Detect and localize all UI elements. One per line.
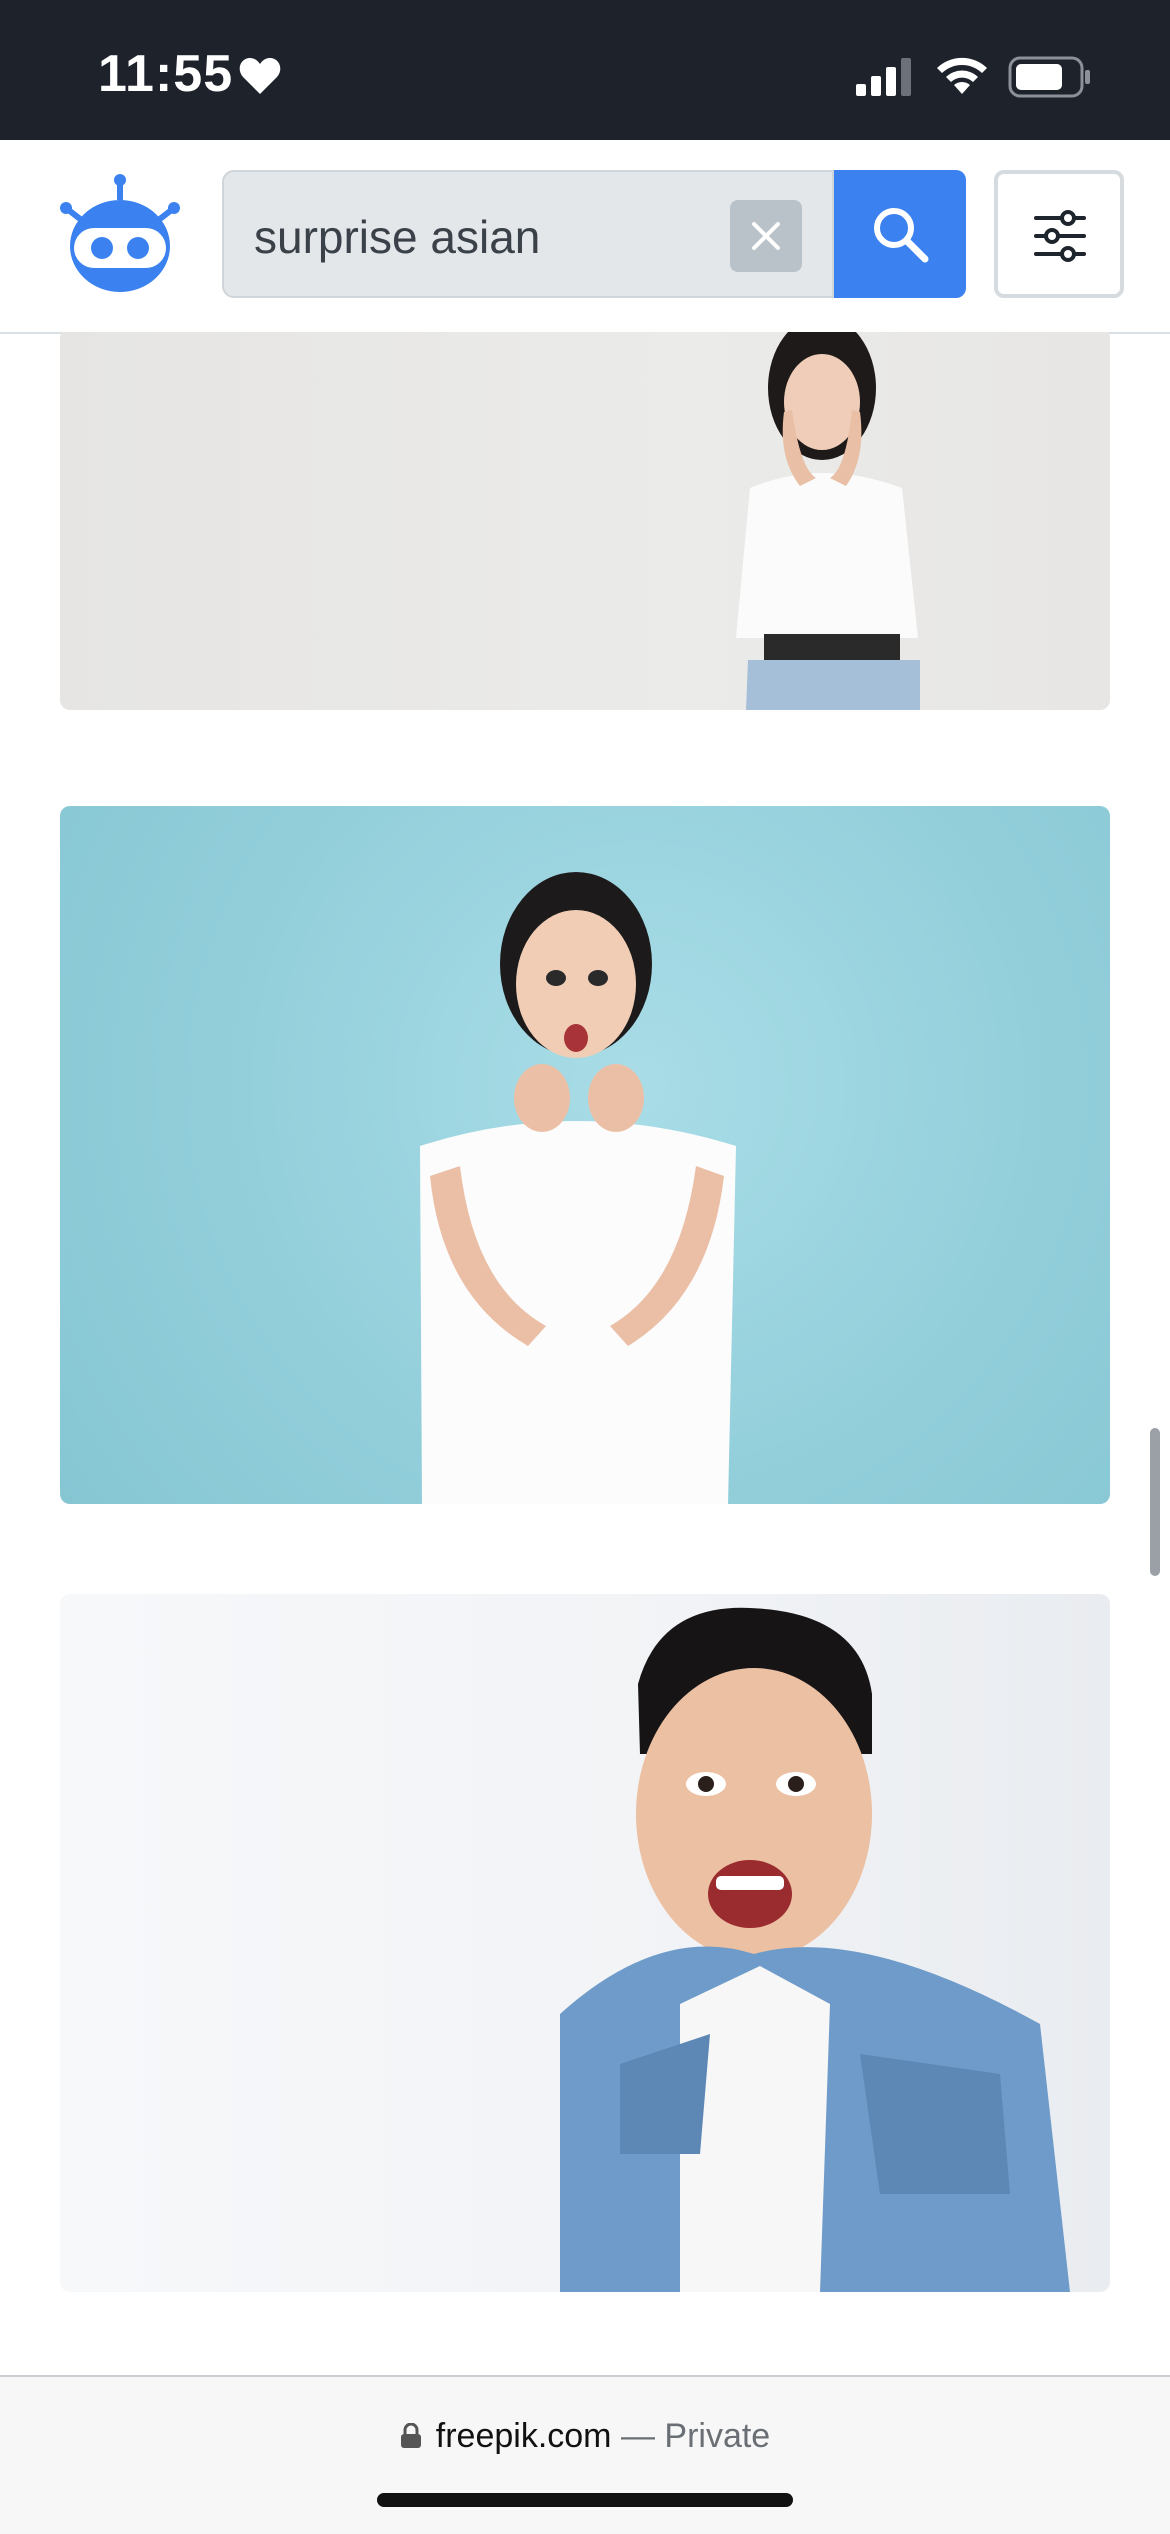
- close-icon: [752, 222, 780, 250]
- address-bar[interactable]: freepik.com — Private: [0, 2417, 1170, 2456]
- private-mode-label: — Private: [620, 2417, 771, 2455]
- sliders-icon: [1034, 210, 1086, 262]
- url-domain: freepik.com: [435, 2417, 612, 2455]
- browser-bottom-bar: freepik.com — Private: [0, 2375, 1170, 2534]
- result-image-1[interactable]: [60, 332, 1110, 710]
- robot-logo-icon[interactable]: [56, 170, 184, 298]
- woman-blue-background-photo: [420, 872, 736, 1504]
- battery-icon: [1008, 56, 1090, 98]
- heart-icon: [239, 58, 281, 94]
- result-image-3[interactable]: [60, 1594, 1110, 2292]
- status-time: 11:55: [98, 45, 234, 103]
- man-denim-shirt-photo: [560, 1607, 1070, 2292]
- signal-icon: [856, 58, 911, 96]
- filter-button[interactable]: [994, 170, 1124, 298]
- search-button[interactable]: [834, 170, 966, 298]
- search-query-text[interactable]: surprise asian: [254, 210, 540, 264]
- home-indicator[interactable]: [377, 2493, 793, 2507]
- clear-search-button[interactable]: [730, 200, 802, 272]
- search-icon: [874, 208, 929, 263]
- woman-hands-on-face-photo: [736, 332, 920, 710]
- result-image-2[interactable]: [60, 806, 1110, 1504]
- search-input[interactable]: surprise asian: [222, 170, 834, 298]
- search-results: [0, 332, 1170, 2375]
- wifi-icon: [937, 57, 987, 94]
- lock-icon: [400, 2423, 421, 2448]
- status-bar: 11:55: [0, 0, 1170, 140]
- app-header: surprise asian: [0, 140, 1170, 334]
- scrollbar[interactable]: [1150, 1428, 1160, 1576]
